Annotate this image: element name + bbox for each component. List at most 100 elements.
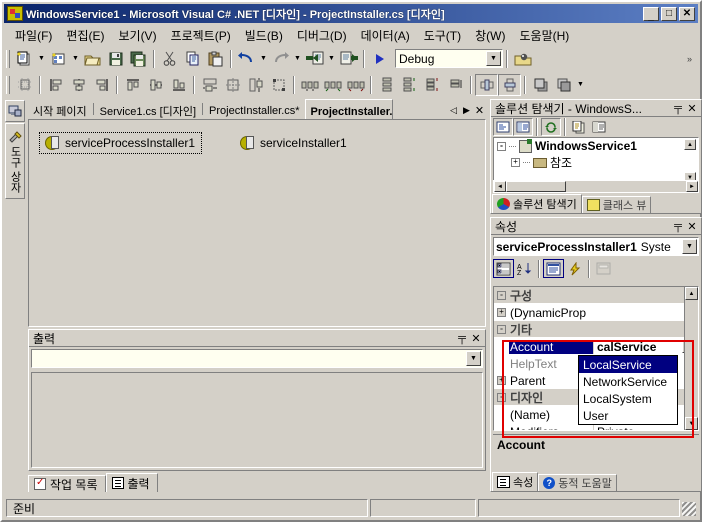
align-bottom-icon[interactable] bbox=[167, 74, 190, 96]
align-middle-icon[interactable] bbox=[144, 74, 167, 96]
pin-icon[interactable]: ╤ bbox=[671, 220, 685, 232]
menu-item-help[interactable]: 도움말(H) bbox=[512, 25, 576, 46]
property-category-configuration[interactable]: - 구성 bbox=[494, 287, 698, 304]
new-item-icon[interactable] bbox=[47, 48, 70, 70]
show-all-files-icon[interactable] bbox=[569, 118, 589, 136]
redo-icon[interactable] bbox=[269, 48, 292, 70]
paste-icon[interactable] bbox=[204, 48, 227, 70]
tab-projectinstaller-design[interactable]: ProjectInstaller.cs [디자인] bbox=[304, 99, 393, 119]
menu-item-data[interactable]: 데이터(A) bbox=[354, 25, 417, 46]
close-button[interactable]: ✕ bbox=[679, 6, 695, 21]
save-all-icon[interactable] bbox=[127, 48, 150, 70]
solution-tree-hscrollbar[interactable]: ◄ ► bbox=[493, 180, 699, 193]
close-icon[interactable]: ✕ bbox=[685, 102, 699, 115]
expander-icon[interactable]: - bbox=[497, 324, 506, 334]
hscroll-thumb[interactable] bbox=[506, 181, 566, 192]
horizontal-spacing-decrease-icon[interactable] bbox=[344, 74, 367, 96]
property-row-dynamicproperties[interactable]: + (DynamicProp bbox=[494, 304, 698, 321]
make-same-height-icon[interactable] bbox=[244, 74, 267, 96]
toolbar-overflow-button[interactable]: » bbox=[687, 54, 692, 63]
horizontal-spacing-increase-icon[interactable] bbox=[321, 74, 344, 96]
navigate-forward-icon[interactable] bbox=[337, 48, 360, 70]
new-project-icon[interactable] bbox=[13, 48, 36, 70]
tab-prev-button[interactable]: ◁ bbox=[447, 105, 460, 116]
expander-icon[interactable]: - bbox=[497, 141, 506, 151]
align-right-icon[interactable] bbox=[90, 74, 113, 96]
tab-task-list[interactable]: 작업 목록 bbox=[28, 475, 106, 492]
pin-icon[interactable]: ╤ bbox=[455, 332, 469, 344]
order-dropdown-arrow[interactable]: ▼ bbox=[575, 74, 586, 96]
pin-icon[interactable]: ╤ bbox=[671, 102, 685, 114]
toolbar-grip[interactable] bbox=[6, 49, 10, 68]
align-left-icon[interactable] bbox=[44, 74, 67, 96]
properties-icon[interactable] bbox=[589, 118, 609, 136]
new-item-dropdown-arrow[interactable]: ▼ bbox=[70, 48, 81, 70]
expander-icon[interactable]: - bbox=[497, 290, 506, 300]
tab-next-button[interactable]: ▶ bbox=[460, 105, 473, 116]
component-serviceprocessinstaller1[interactable]: serviceProcessInstaller1 bbox=[38, 132, 203, 154]
maximize-button[interactable]: □ bbox=[661, 6, 677, 21]
property-category-misc[interactable]: - 기타 bbox=[494, 321, 698, 338]
expander-icon[interactable]: + bbox=[497, 308, 506, 317]
refresh-icon[interactable] bbox=[541, 118, 561, 136]
menu-item-tools[interactable]: 도구(T) bbox=[417, 25, 468, 46]
categorized-view-icon[interactable] bbox=[493, 259, 514, 278]
make-same-size-icon[interactable] bbox=[221, 74, 244, 96]
chevron-down-icon[interactable]: ▼ bbox=[466, 351, 481, 366]
navigate-back-icon[interactable] bbox=[303, 48, 326, 70]
account-dropdown-list[interactable]: LocalService NetworkService LocalSystem … bbox=[578, 355, 678, 425]
view-code-icon[interactable] bbox=[493, 118, 513, 136]
redo-dropdown-arrow[interactable]: ▼ bbox=[292, 48, 303, 70]
alphabetical-view-icon[interactable]: A Z bbox=[514, 259, 535, 278]
component-serviceinstaller1[interactable]: serviceInstaller1 bbox=[235, 133, 353, 153]
menu-item-debug[interactable]: 디버그(D) bbox=[290, 25, 354, 46]
navigate-back-dropdown-arrow[interactable]: ▼ bbox=[326, 48, 337, 70]
scroll-right-icon[interactable]: ► bbox=[686, 181, 698, 192]
tree-node-references[interactable]: + 참조 bbox=[494, 153, 698, 171]
align-to-grid-icon[interactable] bbox=[13, 74, 36, 96]
properties-object-combo[interactable]: serviceProcessInstaller1 Syste ▼ bbox=[493, 237, 699, 256]
output-text-area[interactable] bbox=[31, 372, 483, 468]
server-explorer-tab[interactable] bbox=[5, 100, 25, 122]
expander-icon[interactable]: + bbox=[511, 158, 520, 167]
make-same-width-icon[interactable] bbox=[198, 74, 221, 96]
close-icon[interactable]: ✕ bbox=[469, 332, 483, 345]
scroll-left-icon[interactable]: ◄ bbox=[494, 181, 506, 192]
chevron-down-icon[interactable]: ▼ bbox=[486, 51, 501, 66]
resize-grip[interactable] bbox=[682, 502, 696, 516]
property-grid[interactable]: - 구성 + (DynamicProp - 기타 Account calServ… bbox=[493, 286, 699, 431]
tab-dynamic-help[interactable]: ? 동적 도움말 bbox=[538, 474, 617, 491]
dropdown-option-networkservice[interactable]: NetworkService bbox=[579, 373, 677, 390]
vertical-spacing-decrease-icon[interactable] bbox=[421, 74, 444, 96]
center-horizontally-icon[interactable] bbox=[475, 73, 498, 96]
expander-icon[interactable]: + bbox=[497, 376, 506, 385]
new-project-dropdown-arrow[interactable]: ▼ bbox=[36, 48, 47, 70]
cut-icon[interactable] bbox=[158, 48, 181, 70]
tab-output[interactable]: 출력 bbox=[105, 473, 158, 492]
vertical-spacing-equal-icon[interactable] bbox=[375, 74, 398, 96]
layout-toolbar-grip[interactable] bbox=[6, 75, 10, 94]
copy-icon[interactable] bbox=[181, 48, 204, 70]
scroll-up-icon[interactable]: ▲ bbox=[684, 139, 696, 150]
vertical-spacing-remove-icon[interactable] bbox=[444, 74, 467, 96]
expander-icon[interactable]: - bbox=[497, 392, 506, 402]
property-value[interactable]: Private bbox=[593, 424, 698, 430]
open-file-icon[interactable] bbox=[81, 48, 104, 70]
output-source-combo[interactable]: ▼ bbox=[31, 349, 483, 368]
send-to-back-icon[interactable] bbox=[552, 74, 575, 96]
component-designer-surface[interactable]: serviceProcessInstaller1 serviceInstalle… bbox=[28, 119, 486, 327]
menu-item-edit[interactable]: 편집(E) bbox=[59, 25, 111, 46]
menu-item-view[interactable]: 보기(V) bbox=[111, 25, 163, 46]
menu-item-file[interactable]: 파일(F) bbox=[8, 25, 59, 46]
undo-icon[interactable] bbox=[235, 48, 258, 70]
solution-tree[interactable]: - WindowsService1 + 참조 ▲ ▼ bbox=[493, 137, 699, 185]
align-top-icon[interactable] bbox=[121, 74, 144, 96]
tab-class-view[interactable]: 클래스 뷰 bbox=[581, 196, 652, 213]
toolbox-tab[interactable]: 도구 상자 bbox=[5, 123, 25, 199]
tab-start-page[interactable]: 시작 페이지 bbox=[28, 101, 92, 119]
size-to-grid-icon[interactable] bbox=[267, 74, 290, 96]
dropdown-option-localsystem[interactable]: LocalSystem bbox=[579, 390, 677, 407]
horizontal-spacing-equal-icon[interactable] bbox=[298, 74, 321, 96]
start-debug-icon[interactable] bbox=[368, 48, 391, 70]
tab-projectinstaller-code[interactable]: ProjectInstaller.cs* bbox=[204, 101, 304, 119]
